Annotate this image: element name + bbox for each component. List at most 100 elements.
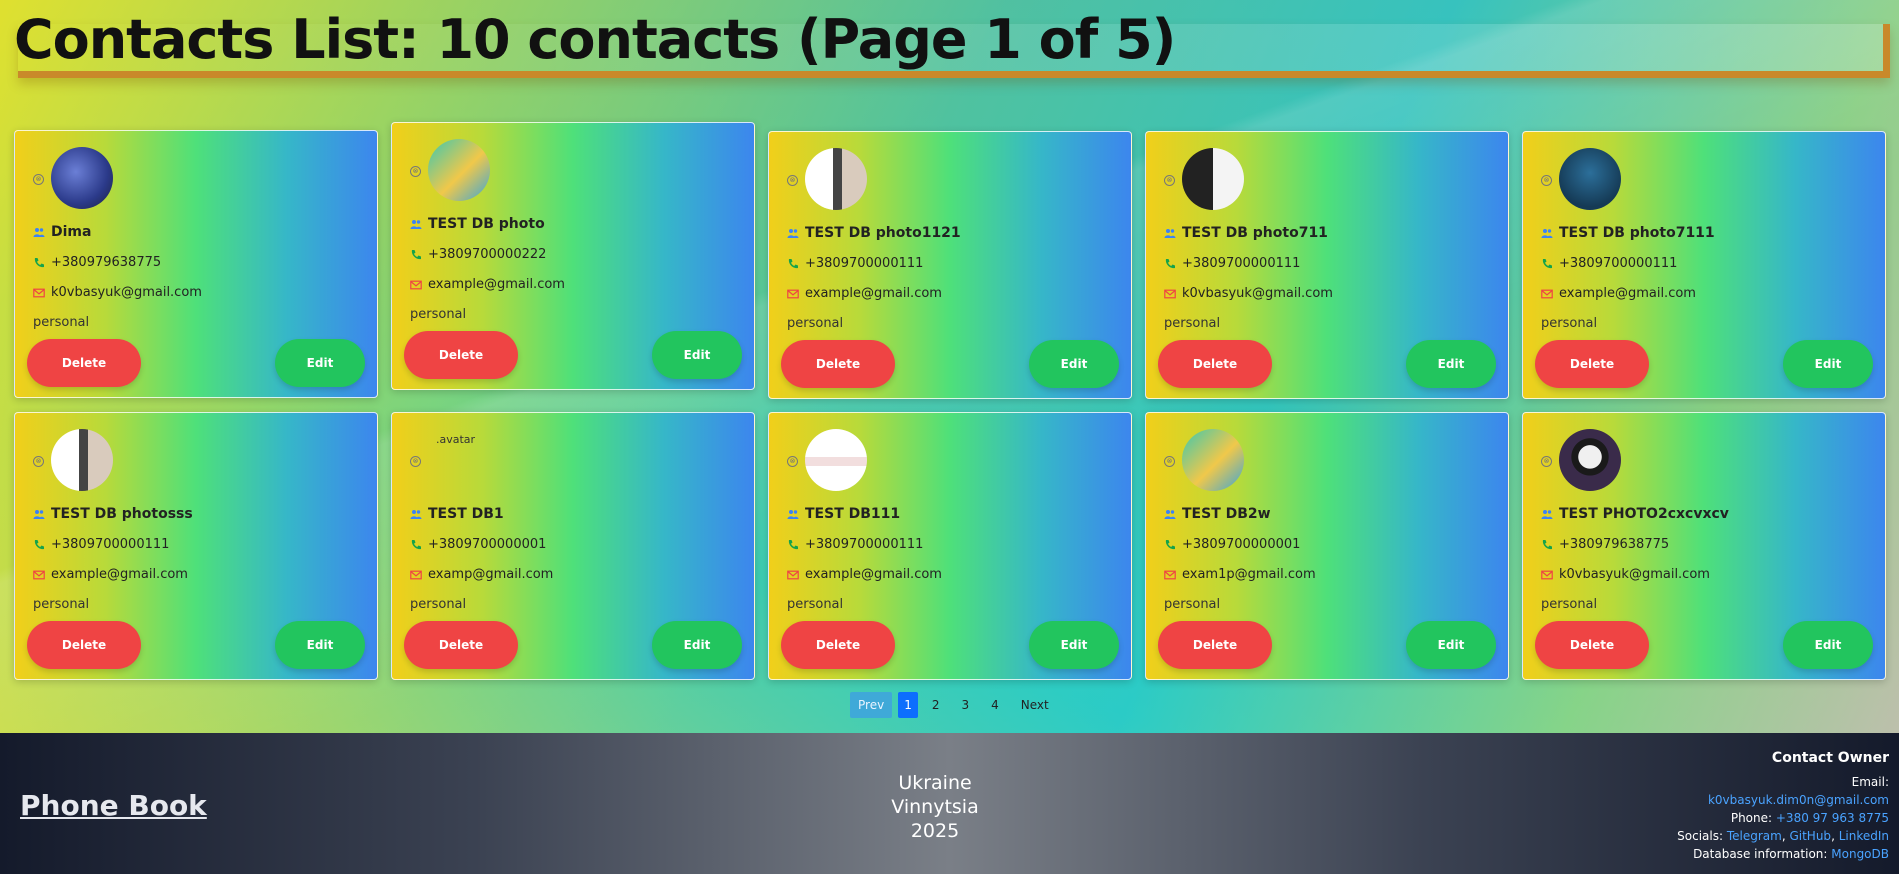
contact-email-row: example@gmail.com	[1541, 286, 1696, 301]
owner-email-label: Email:	[1851, 775, 1889, 789]
delete-button[interactable]: Delete	[1158, 621, 1272, 669]
contact-category: personal	[1541, 597, 1598, 612]
phone-icon	[787, 258, 799, 270]
delete-button[interactable]: Delete	[1535, 621, 1649, 669]
people-icon	[1164, 227, 1176, 239]
contact-email-row: example@gmail.com	[33, 567, 188, 582]
page-2-button[interactable]: 2	[924, 692, 948, 718]
page-1-button[interactable]: 1	[898, 692, 918, 718]
edit-button[interactable]: Edit	[1029, 621, 1119, 669]
page-title: Contacts List: 10 contacts (Page 1 of 5)	[14, 8, 1176, 71]
mail-icon	[1164, 288, 1176, 300]
phone-icon	[1541, 258, 1553, 270]
contact-category: personal	[410, 597, 467, 612]
contact-name: TEST DB2w	[1182, 506, 1271, 522]
owner-phone-link[interactable]: +380 97 963 8775	[1776, 811, 1889, 825]
phone-icon	[410, 249, 422, 261]
people-icon	[1541, 508, 1553, 520]
mail-icon	[410, 569, 422, 581]
avatar	[1182, 148, 1244, 210]
people-icon	[1541, 227, 1553, 239]
contact-phone-row: +3809700000111	[787, 537, 923, 552]
delete-button[interactable]: Delete	[27, 339, 141, 387]
contact-category: personal	[33, 315, 90, 330]
phone-icon	[33, 257, 45, 269]
mail-icon	[1541, 569, 1553, 581]
contact-name: Dima	[51, 224, 92, 240]
contact-name-row: Dima	[33, 224, 91, 240]
contact-email-row: example@gmail.com	[410, 277, 565, 292]
avatar-status-icon: ⊗	[33, 456, 44, 467]
footer-brand-link[interactable]: Phone Book	[20, 789, 207, 822]
contact-name-row: TEST DB2w	[1164, 506, 1271, 522]
phone-icon	[33, 539, 45, 551]
telegram-link[interactable]: Telegram	[1727, 829, 1782, 843]
contact-phone: +3809700000111	[1559, 256, 1678, 271]
phone-icon	[787, 539, 799, 551]
contact-phone: +3809700000111	[805, 256, 924, 271]
delete-button[interactable]: Delete	[1158, 340, 1272, 388]
edit-button[interactable]: Edit	[275, 621, 365, 669]
edit-button[interactable]: Edit	[1406, 621, 1496, 669]
page-3-button[interactable]: 3	[953, 692, 977, 718]
mail-icon	[410, 279, 422, 291]
avatar-status-icon: ⊗	[1164, 175, 1175, 186]
page-4-button[interactable]: 4	[983, 692, 1007, 718]
mongodb-link[interactable]: MongoDB	[1831, 847, 1889, 861]
delete-button[interactable]: Delete	[27, 621, 141, 669]
contact-email-row: example@gmail.com	[787, 567, 942, 582]
broken-avatar: .avatar	[428, 429, 490, 491]
mail-icon	[787, 288, 799, 300]
mail-icon	[33, 287, 45, 299]
edit-button[interactable]: Edit	[1783, 340, 1873, 388]
contact-phone-row: +380979638775	[33, 255, 161, 270]
avatar-status-icon: ⊗	[410, 166, 421, 177]
delete-button[interactable]: Delete	[781, 621, 895, 669]
prev-page-button[interactable]: Prev	[850, 692, 893, 718]
contact-category: personal	[1164, 597, 1221, 612]
owner-socials-label: Socials:	[1677, 829, 1724, 843]
owner-email-link[interactable]: k0vbasyuk.dim0n@gmail.com	[1708, 793, 1889, 807]
contact-name-row: TEST DB photo1121	[787, 225, 961, 241]
avatar-status-icon: ⊗	[1541, 456, 1552, 467]
contact-phone-row: +3809700000001	[410, 537, 546, 552]
people-icon	[787, 227, 799, 239]
edit-button[interactable]: Edit	[1406, 340, 1496, 388]
github-link[interactable]: GitHub	[1789, 829, 1831, 843]
mail-icon	[33, 569, 45, 581]
contact-category: personal	[1541, 316, 1598, 331]
people-icon	[1164, 508, 1176, 520]
mail-icon	[1541, 288, 1553, 300]
contact-name: TEST PHOTO2cxcvxcv	[1559, 506, 1729, 522]
contact-phone: +380979638775	[1559, 537, 1670, 552]
delete-button[interactable]: Delete	[404, 621, 518, 669]
delete-button[interactable]: Delete	[404, 331, 518, 379]
avatar	[1182, 429, 1244, 491]
next-page-button[interactable]: Next	[1013, 692, 1057, 718]
delete-button[interactable]: Delete	[781, 340, 895, 388]
delete-button[interactable]: Delete	[1535, 340, 1649, 388]
contact-phone: +3809700000001	[428, 537, 547, 552]
edit-button[interactable]: Edit	[652, 331, 742, 379]
contact-card: ⊗ TEST DB2w +3809700000001 exam1p@gmail.…	[1145, 412, 1509, 680]
contact-card: ⊗ .avatar TEST DB1 +3809700000001 examp@…	[391, 412, 755, 680]
contact-name-row: TEST DB photo7111	[1541, 225, 1715, 241]
contact-name-row: TEST DB photo711	[1164, 225, 1328, 241]
contact-email: examp@gmail.com	[428, 567, 554, 582]
linkedin-link[interactable]: LinkedIn	[1839, 829, 1889, 843]
contact-email: example@gmail.com	[805, 567, 942, 582]
edit-button[interactable]: Edit	[652, 621, 742, 669]
avatar	[428, 139, 490, 201]
edit-button[interactable]: Edit	[275, 339, 365, 387]
edit-button[interactable]: Edit	[1783, 621, 1873, 669]
contact-owner-heading: Contact Owner	[1771, 750, 1889, 766]
mail-icon	[787, 569, 799, 581]
contact-card: ⊗ TEST DB photosss +3809700000111 exampl…	[14, 412, 378, 680]
edit-button[interactable]: Edit	[1029, 340, 1119, 388]
contact-name-row: TEST PHOTO2cxcvxcv	[1541, 506, 1729, 522]
db-info-label: Database information:	[1693, 847, 1828, 861]
contact-email-row: k0vbasyuk@gmail.com	[33, 285, 202, 300]
contact-phone-row: +3809700000111	[1541, 256, 1677, 271]
phone-icon	[1164, 258, 1176, 270]
contact-phone-row: +3809700000222	[410, 247, 546, 262]
